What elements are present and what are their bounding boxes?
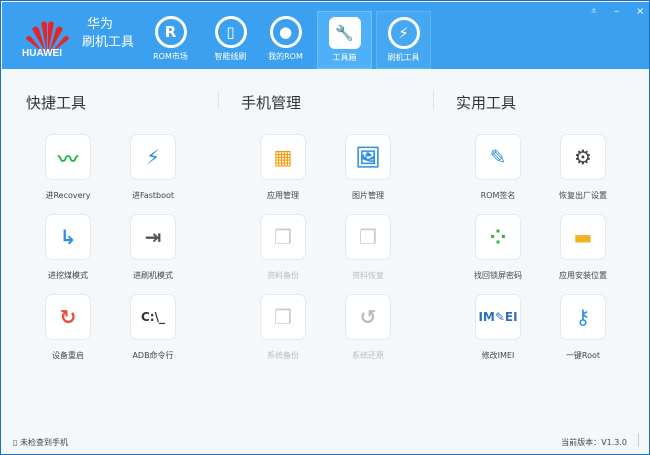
- tool-label: 资料恢复: [352, 271, 384, 280]
- data-backup-icon: ❐: [260, 214, 306, 260]
- tool-label: 找回锁屏密码: [474, 271, 522, 280]
- wrench-icon: 🔧: [328, 17, 361, 49]
- menu-icon[interactable]: ⩡: [591, 6, 597, 17]
- tool-label: 进刷机模式: [133, 271, 173, 280]
- nav-label: 我的ROM: [268, 52, 303, 61]
- tool-factory-reset[interactable]: ⚙ 恢复出厂设置: [543, 134, 623, 201]
- nav-label: 刷机工具: [387, 53, 420, 62]
- cloud-download-icon: R: [154, 16, 187, 48]
- tool-label: 系统还原: [352, 351, 384, 360]
- brand-line2: 刷机工具: [82, 35, 135, 50]
- adb-shell-icon: C:\_: [130, 294, 176, 340]
- tool-one-key-root[interactable]: ⚷ 一键Root: [543, 294, 623, 361]
- tool-label: 图片管理: [352, 191, 384, 200]
- nav-smart-flash[interactable]: ▯ 智能线刷: [203, 11, 258, 69]
- app-brand: 华为 刷机工具: [82, 16, 134, 52]
- tool-label: 进Recovery: [45, 191, 91, 200]
- photo-manager-icon: 🖼: [345, 134, 391, 180]
- minimize-button[interactable]: –: [614, 6, 619, 17]
- logo-text: HUAWEI: [22, 48, 62, 59]
- modify-imei-icon: IM✎EI: [475, 294, 521, 340]
- edl-mode-icon: ↳: [45, 214, 91, 260]
- tool-label: 一键Root: [565, 351, 601, 360]
- tool-system-backup: ❐ 系统备份: [243, 294, 323, 361]
- download-mode-icon: ⇥: [130, 214, 176, 260]
- app-window: HUAWEI 华为 刷机工具 R ROM市场 ▯ 智能线刷 ● 我的ROM 🔧 工具箱 …: [0, 0, 650, 455]
- nav-label: ROM市场: [153, 52, 188, 61]
- close-button[interactable]: ×: [636, 6, 644, 17]
- nav-label: 工具箱: [332, 53, 357, 62]
- tool-find-lock-password[interactable]: ⁘ 找回锁屏密码: [458, 214, 538, 281]
- lightning-icon: ⚡: [387, 17, 420, 49]
- tool-label: 设备重启: [52, 351, 84, 360]
- tool-app-manager[interactable]: ▦ 应用管理: [243, 134, 323, 201]
- tool-label: 系统备份: [267, 351, 299, 360]
- tool-data-restore: ❐ 资料恢复: [328, 214, 408, 281]
- tool-system-restore: ↺ 系统还原: [328, 294, 408, 361]
- tool-download-mode[interactable]: ⇥ 进刷机模式: [113, 214, 193, 281]
- rom-sign-icon: ✎: [475, 134, 521, 180]
- tool-photo-manager[interactable]: 🖼 图片管理: [328, 134, 408, 201]
- recovery-icon: 〰: [45, 134, 91, 180]
- tool-label: 进挖煤模式: [48, 271, 88, 280]
- device-status: ▯ 未检查到手机: [13, 438, 68, 447]
- nav-label: 智能线刷: [214, 52, 247, 61]
- fastboot-icon: ⚡: [130, 134, 176, 180]
- tool-data-backup: ❐ 资料备份: [243, 214, 323, 281]
- nav-rom-market[interactable]: R ROM市场: [143, 11, 198, 69]
- tool-label: 恢复出厂设置: [559, 191, 607, 200]
- section-title-quick-tools: 快捷工具: [26, 94, 87, 112]
- tool-app-install-location[interactable]: ▬ 应用安装位置: [543, 214, 623, 281]
- app-manager-icon: ▦: [260, 134, 306, 180]
- reboot-icon: ↻: [45, 294, 91, 340]
- tool-adb-shell[interactable]: C:\_ ADB命令行: [113, 294, 193, 361]
- app-install-location-icon: ▬: [560, 214, 606, 260]
- factory-reset-icon: ⚙: [560, 134, 606, 180]
- section-title-utilities: 实用工具: [456, 94, 517, 112]
- tool-label: ROM签名: [480, 191, 516, 200]
- user-icon: ●: [269, 16, 302, 48]
- phone-refresh-icon: ▯: [214, 16, 247, 48]
- device-status-text: 未检查到手机: [19, 438, 68, 447]
- divider: [218, 91, 219, 109]
- tool-label: 资料备份: [267, 271, 299, 280]
- divider: [638, 433, 639, 447]
- tool-reboot[interactable]: ↻ 设备重启: [28, 294, 108, 361]
- find-lock-password-icon: ⁘: [475, 214, 521, 260]
- tool-recovery[interactable]: 〰进Recovery: [28, 134, 108, 201]
- data-restore-icon: ❐: [345, 214, 391, 260]
- header: HUAWEI 华为 刷机工具 R ROM市场 ▯ 智能线刷 ● 我的ROM 🔧 工具箱 …: [2, 2, 649, 69]
- system-backup-icon: ❐: [260, 294, 306, 340]
- nav-flash-tool[interactable]: ⚡ 刷机工具: [376, 11, 431, 69]
- version-label: 当前版本：V1.3.0: [561, 438, 627, 447]
- one-key-root-icon: ⚷: [560, 294, 606, 340]
- tool-edl-mode[interactable]: ↳ 进挖煤模式: [28, 214, 108, 281]
- divider: [433, 91, 434, 109]
- system-restore-icon: ↺: [345, 294, 391, 340]
- nav-my-rom[interactable]: ● 我的ROM: [258, 11, 313, 69]
- section-title-phone-management: 手机管理: [241, 94, 302, 112]
- tool-fastboot[interactable]: ⚡ 进Fastboot: [113, 134, 193, 201]
- brand-line1: 华为: [87, 17, 114, 32]
- tool-label: 应用管理: [267, 191, 299, 200]
- tool-label: 修改IMEI: [481, 351, 515, 360]
- tool-label: ADB命令行: [132, 351, 174, 360]
- tool-label: 进Fastboot: [131, 191, 175, 200]
- tool-rom-sign[interactable]: ✎ ROM签名: [458, 134, 538, 201]
- tool-label: 应用安装位置: [559, 271, 607, 280]
- tool-modify-imei[interactable]: IM✎EI 修改IMEI: [458, 294, 538, 361]
- nav-toolbox[interactable]: 🔧 工具箱: [317, 11, 372, 69]
